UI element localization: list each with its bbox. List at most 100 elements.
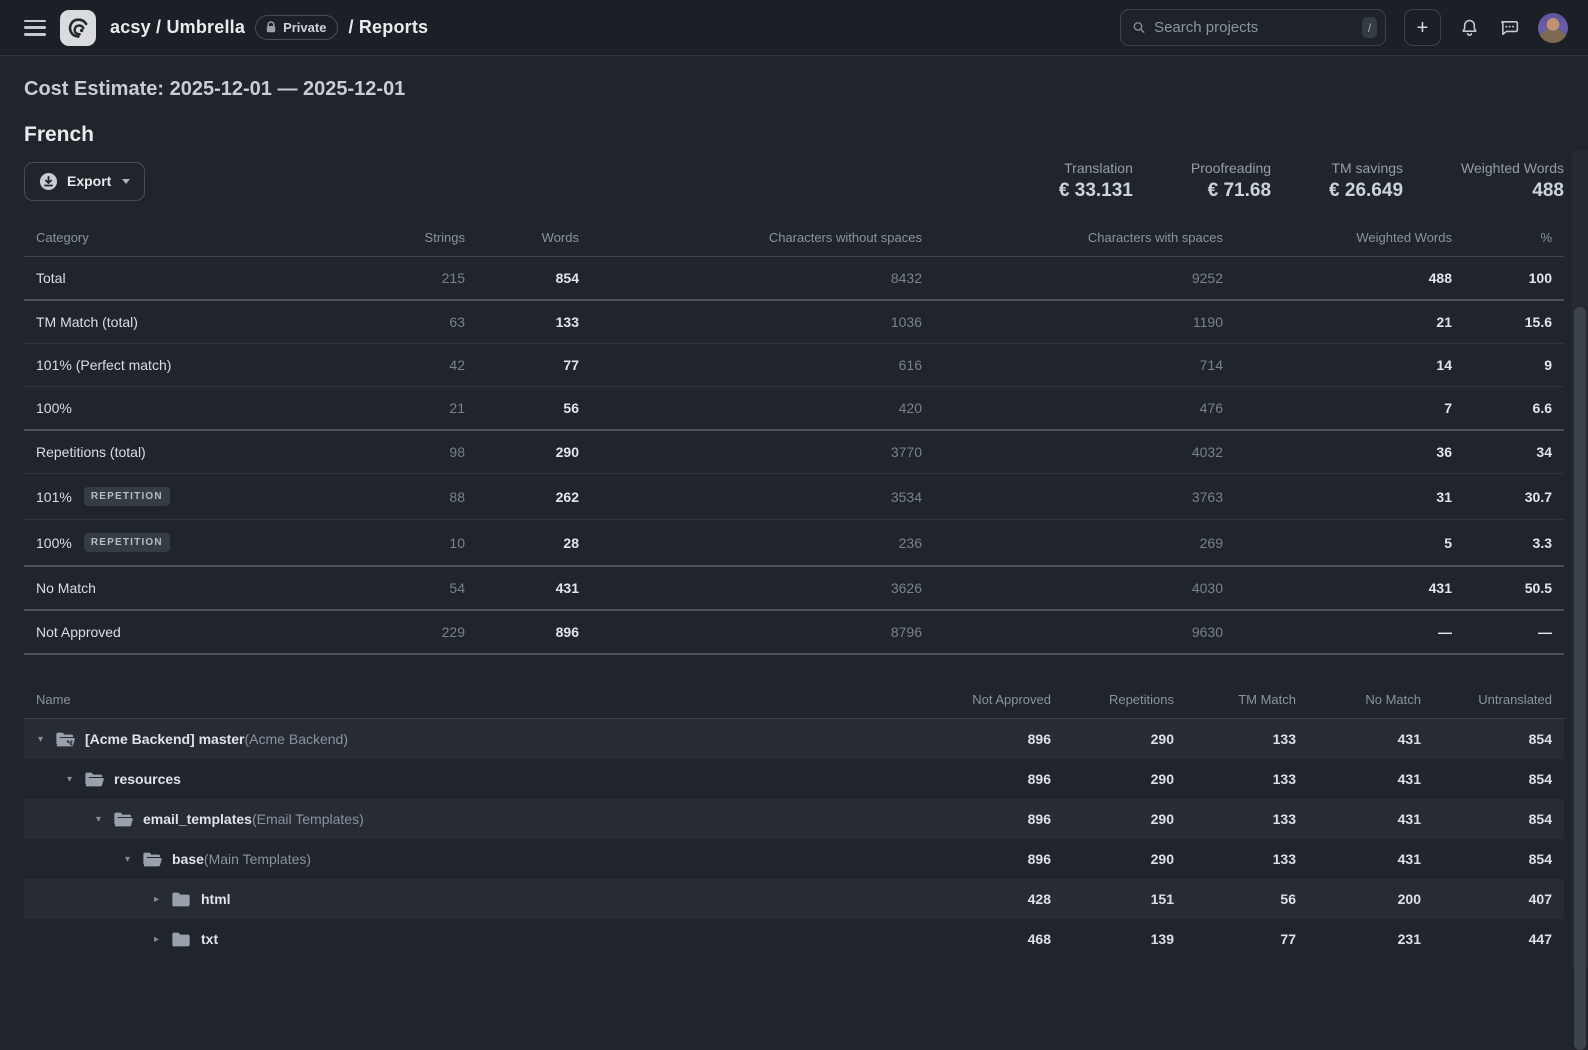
file-tree-row[interactable]: ▸txt46813977231447 (24, 919, 1564, 959)
words-cell: 28 (477, 520, 591, 567)
untranslated-cell: 854 (1433, 759, 1564, 799)
not-approved-cell: 468 (913, 919, 1063, 959)
stat-label: Weighted Words (1461, 160, 1564, 176)
category-label: 100% (36, 400, 72, 416)
percent-cell: 100 (1464, 257, 1564, 301)
percent-cell: — (1464, 610, 1564, 654)
file-name-suffix: (Acme Backend) (245, 731, 348, 747)
cost-table-row: Repetitions (total)98290377040323634 (24, 430, 1564, 474)
open-folder-icon (142, 851, 162, 868)
repetition-badge: REPETITION (84, 533, 170, 552)
words-cell: 56 (477, 387, 591, 431)
file-column-header: Name (24, 681, 913, 719)
cost-column-header: Strings (367, 219, 477, 257)
category-cell: Not Approved (24, 610, 367, 654)
words-cell: 896 (477, 610, 591, 654)
breadcrumb-section[interactable]: / Reports (348, 17, 428, 38)
no-match-cell: 431 (1308, 799, 1433, 839)
weighted-words-cell: 488 (1235, 257, 1464, 301)
collapse-caret-icon[interactable]: ▾ (67, 774, 84, 785)
file-tree-row[interactable]: ▾base(Main Templates)896290133431854 (24, 839, 1564, 879)
cost-table-header-row: CategoryStringsWordsCharacters without s… (24, 219, 1564, 257)
not-approved-cell: 896 (913, 759, 1063, 799)
file-name: email_templates (143, 811, 252, 827)
category-cell: No Match (24, 566, 367, 610)
cost-table-row: No Match544313626403043150.5 (24, 566, 1564, 610)
tm-match-cell: 77 (1186, 919, 1308, 959)
repetitions-cell: 290 (1063, 799, 1186, 839)
expand-caret-icon[interactable]: ▸ (154, 934, 171, 945)
chars-without-spaces-cell: 3626 (591, 566, 934, 610)
vertical-scrollbar-track[interactable] (1572, 150, 1588, 969)
category-label: Total (36, 270, 66, 286)
percent-cell: 3.3 (1464, 520, 1564, 567)
untranslated-cell: 407 (1433, 879, 1564, 919)
file-table-header-row: NameNot ApprovedRepetitionsTM MatchNo Ma… (24, 681, 1564, 719)
create-project-button[interactable]: + (1404, 9, 1441, 46)
search-box[interactable]: / (1120, 9, 1386, 46)
weighted-words-cell: 36 (1235, 430, 1464, 474)
category-cell: 100% (24, 387, 367, 431)
privacy-badge: Private (255, 15, 338, 40)
breadcrumb-project[interactable]: acsy / Umbrella (110, 17, 245, 38)
vertical-scrollbar-thumb[interactable] (1574, 307, 1586, 1050)
chars-without-spaces-cell: 3534 (591, 474, 934, 520)
logo-swirl-icon (65, 15, 91, 41)
messages-button[interactable] (1498, 17, 1520, 38)
file-name-cell: ▾email_templates(Email Templates) (24, 799, 913, 839)
cost-table-row: Total21585484329252488100 (24, 257, 1564, 301)
not-approved-cell: 896 (913, 719, 1063, 760)
category-cell: 100%REPETITION (24, 520, 367, 567)
strings-cell: 88 (367, 474, 477, 520)
app-logo[interactable] (60, 10, 96, 46)
untranslated-cell: 854 (1433, 719, 1564, 760)
search-shortcut-key: / (1362, 17, 1377, 38)
repetitions-cell: 151 (1063, 879, 1186, 919)
stat-label: Translation (1059, 160, 1133, 176)
toolbar-row: Export Translation€ 33.131Proofreading€ … (24, 160, 1564, 202)
collapse-caret-icon[interactable]: ▾ (38, 734, 55, 745)
file-name-cell: ▾ [Acme Backend] master(Acme Backend) (24, 719, 913, 760)
stat-label: Proofreading (1191, 160, 1271, 176)
untranslated-cell: 854 (1433, 839, 1564, 879)
cost-table-row: Not Approved22989687969630—— (24, 610, 1564, 654)
repetitions-cell: 139 (1063, 919, 1186, 959)
file-tree-row[interactable]: ▾resources896290133431854 (24, 759, 1564, 799)
repetitions-cell: 290 (1063, 719, 1186, 760)
file-column-header: TM Match (1186, 681, 1308, 719)
chars-without-spaces-cell: 3770 (591, 430, 934, 474)
percent-cell: 15.6 (1464, 300, 1564, 344)
search-input[interactable] (1154, 19, 1353, 36)
summary-stat: Proofreading€ 71.68 (1191, 160, 1271, 202)
chars-with-spaces-cell: 4030 (934, 566, 1235, 610)
cost-column-header: Characters with spaces (934, 219, 1235, 257)
chars-with-spaces-cell: 9630 (934, 610, 1235, 654)
cost-column-header: Weighted Words (1235, 219, 1464, 257)
chars-without-spaces-cell: 616 (591, 344, 934, 387)
strings-cell: 10 (367, 520, 477, 567)
file-tree-row[interactable]: ▸html42815156200407 (24, 879, 1564, 919)
expand-caret-icon[interactable]: ▸ (154, 894, 171, 905)
notifications-button[interactable] (1459, 17, 1480, 39)
export-button[interactable]: Export (24, 162, 145, 201)
not-approved-cell: 896 (913, 839, 1063, 879)
category-label: 101% (36, 489, 72, 505)
stat-value: 488 (1461, 180, 1564, 202)
hamburger-menu-icon[interactable] (24, 20, 46, 36)
top-navigation-bar: acsy / Umbrella Private / Reports / + (0, 0, 1588, 56)
tm-match-cell: 133 (1186, 759, 1308, 799)
file-name: base (172, 851, 204, 867)
file-tree-row[interactable]: ▾email_templates(Email Templates)8962901… (24, 799, 1564, 839)
file-tree-row[interactable]: ▾ [Acme Backend] master(Acme Backend) 8962… (24, 719, 1564, 760)
category-cell: TM Match (total) (24, 300, 367, 344)
words-cell: 77 (477, 344, 591, 387)
collapse-caret-icon[interactable]: ▾ (96, 814, 113, 825)
words-cell: 854 (477, 257, 591, 301)
tm-match-cell: 56 (1186, 879, 1308, 919)
user-avatar[interactable] (1538, 13, 1568, 43)
file-name: [Acme Backend] master (85, 731, 245, 747)
collapse-caret-icon[interactable]: ▾ (125, 854, 142, 865)
weighted-words-cell: 5 (1235, 520, 1464, 567)
category-cell: Total (24, 257, 367, 301)
words-cell: 431 (477, 566, 591, 610)
